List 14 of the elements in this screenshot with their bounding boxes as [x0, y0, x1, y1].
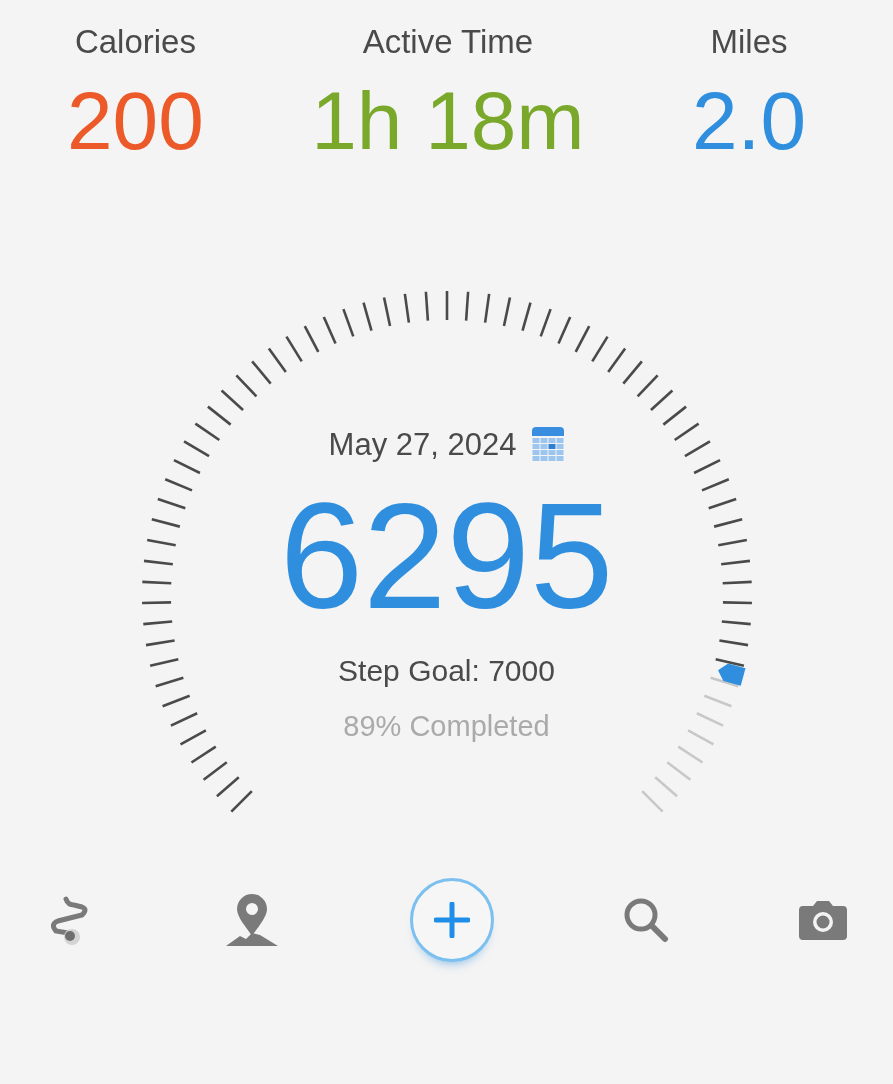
stat-value: 200	[67, 75, 204, 166]
stat-value: 2.0	[692, 75, 806, 166]
completion-label: 89% Completed	[343, 708, 550, 744]
calendar-icon[interactable]	[532, 427, 565, 462]
camera-icon[interactable]	[799, 899, 847, 940]
stat-value: 1h 18m	[311, 75, 585, 166]
stat-label: Calories	[74, 22, 196, 62]
stat-label: Active Time	[362, 22, 534, 62]
step-count: 6295	[279, 480, 614, 631]
search-icon[interactable]	[623, 896, 670, 943]
step-goal-label: Step Goal: 7000	[338, 652, 555, 689]
stat-label: Miles	[710, 22, 788, 62]
date-label: May 27, 2024	[328, 425, 517, 463]
plus-icon	[433, 901, 470, 938]
